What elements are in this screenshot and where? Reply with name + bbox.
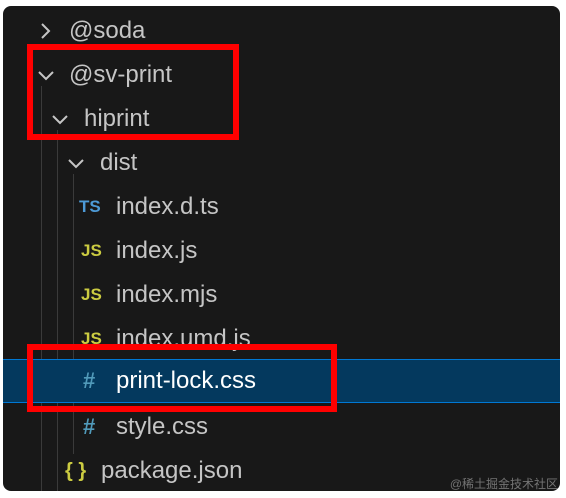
tree-item-index-js[interactable]: JS index.js [3,229,560,273]
watermark: @稀土掘金技术社区 [449,477,558,491]
tree-item-label: @soda [69,17,146,44]
chevron-down-icon[interactable] [35,64,57,86]
tree-item-label: dist [100,149,138,176]
tree-item-sv-print[interactable]: @sv-print [3,53,560,97]
tree-item-label: style.css [116,413,209,440]
css-file-icon: # [83,368,96,393]
tree-item-style-css[interactable]: # style.css [3,405,560,449]
chevron-down-icon[interactable] [49,108,71,130]
tree-item-index-d-ts[interactable]: TS index.d.ts [3,185,560,229]
javascript-file-icon: JS [81,241,102,260]
json-file-icon: { } [65,460,87,482]
tree-item-label: hiprint [84,105,150,132]
javascript-file-icon: JS [81,285,102,304]
tree-item-label: index.d.ts [116,193,219,220]
typescript-file-icon: TS [79,197,101,216]
tree-item-label: print-lock.css [116,367,257,394]
tree-item-soda[interactable]: @soda [3,9,560,53]
tree-item-hiprint[interactable]: hiprint [3,97,560,141]
tree-item-index-umd-js[interactable]: JS index.umd.js [3,317,560,361]
tree-item-index-mjs[interactable]: JS index.mjs [3,273,560,317]
css-file-icon: # [83,414,96,439]
tree-item-label: @sv-print [69,61,173,88]
chevron-down-icon[interactable] [65,152,87,174]
tree-item-dist[interactable]: dist [3,141,560,185]
tree-item-print-lock-css[interactable]: # print-lock.css [3,359,560,403]
tree-item-label: index.mjs [116,281,218,308]
javascript-file-icon: JS [81,329,102,348]
file-explorer: @soda @sv-print hiprint dist TS index.d.… [3,6,560,491]
tree-item-label: index.umd.js [116,325,251,352]
chevron-right-icon[interactable] [35,20,55,42]
tree-item-label: index.js [116,237,198,264]
tree-item-label: package.json [101,457,243,484]
